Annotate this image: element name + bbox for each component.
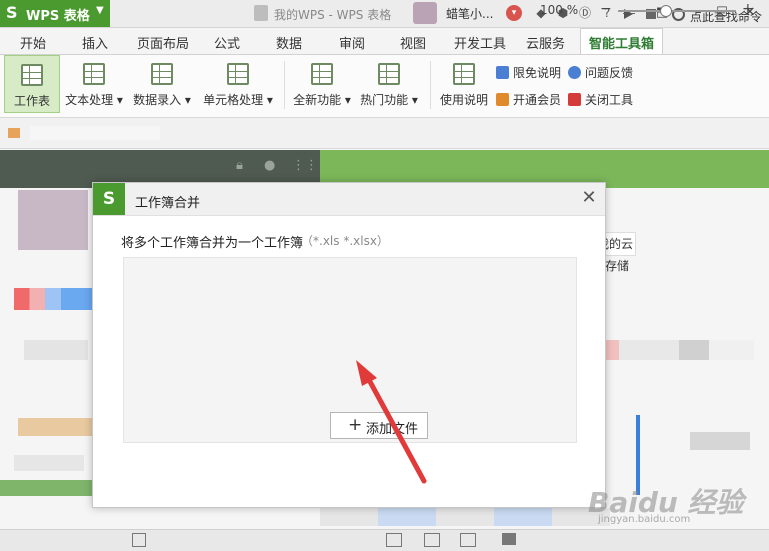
cloud-save-button[interactable]: 我的云存储 (597, 232, 636, 273)
tab-home[interactable]: 开始 (20, 33, 46, 52)
open-membership-label: 开通会员 (513, 93, 562, 107)
avatar[interactable] (413, 2, 437, 24)
open-membership-link[interactable]: 开通会员 (496, 91, 561, 108)
blurred-block (604, 340, 754, 360)
data-entry-label: 数据录入 ▾ (133, 93, 191, 107)
chat-icon: ● (264, 158, 276, 173)
free-limit-info-label: 限免说明 (513, 66, 562, 80)
blurred-block (8, 128, 20, 138)
document-tab[interactable]: 我的WPS - WPS 表格 (248, 3, 398, 25)
lock-icon: 🔒︎ (236, 158, 243, 173)
feedback-link[interactable]: 问题反馈 (568, 64, 633, 81)
blurred-block (18, 418, 92, 436)
tab-insert[interactable]: 插入 (82, 33, 108, 52)
new-features-label: 全新功能 ▾ (293, 93, 351, 107)
share-icon[interactable]: Ⓓ (576, 4, 594, 21)
wps-logo-icon: S (6, 3, 18, 22)
instructions-label: 使用说明 (439, 93, 488, 107)
status-bar (0, 529, 769, 551)
user-name[interactable]: 蜡笔小... (446, 5, 493, 22)
blurred-block (690, 432, 750, 450)
worksheet-button-label: 工作表 (13, 94, 50, 108)
close-box-icon (568, 93, 581, 106)
ribbon-divider (284, 61, 285, 109)
document-icon (254, 5, 268, 21)
text-processing-label: 文本处理 ▾ (65, 93, 123, 107)
wps-logo-icon: S (93, 183, 125, 215)
app-menu-button[interactable]: S WPS 表格 ▼ (0, 0, 110, 27)
workbook-merge-dialog: S 工作簿合并 ✕ 将多个工作簿合并为一个工作簿 （*.xls *.xlsx） … (92, 182, 606, 508)
new-features-button[interactable]: 全新功能 ▾ (290, 55, 354, 113)
zoom-out-icon[interactable]: − (600, 1, 612, 17)
normal-view-icon[interactable] (386, 533, 402, 547)
text-processing-button[interactable]: 文本处理 ▾ (62, 55, 126, 113)
baidu-watermark-url: jingyan.baidu.com (598, 514, 691, 525)
dialog-description: 将多个工作簿合并为一个工作簿 (121, 236, 304, 251)
blurred-block (14, 455, 84, 471)
cell-processing-label: 单元格处理 ▾ (203, 93, 273, 107)
worksheet-button[interactable]: 工作表 (4, 55, 60, 113)
free-limit-info-link[interactable]: 限免说明 (496, 64, 561, 81)
tab-page-layout[interactable]: 页面布局 (137, 33, 189, 52)
add-file-button[interactable]: + 添加文件 (330, 412, 428, 439)
blurred-block (14, 288, 92, 310)
tab-cloud[interactable]: 云服务 (526, 33, 565, 52)
ribbon-divider (430, 61, 431, 109)
tab-view[interactable]: 视图 (400, 33, 426, 52)
tag-icon (496, 66, 509, 79)
grid-icon: ⋮⋮ (292, 158, 318, 173)
blurred-block (24, 340, 88, 360)
new-feature-icon (311, 63, 333, 85)
page-break-view-icon[interactable] (424, 533, 440, 547)
zoom-level: 100 % (540, 3, 579, 17)
question-icon (568, 66, 581, 79)
add-file-label: 添加文件 (366, 422, 419, 437)
close-icon[interactable]: ✕ (579, 188, 599, 208)
crown-icon (496, 93, 509, 106)
text-check-icon (83, 63, 105, 85)
ribbon-tabs: 开始 插入 页面布局 公式 数据 审阅 视图 开发工具 云服务 智能工具箱 (0, 28, 769, 55)
tab-data[interactable]: 数据 (276, 33, 302, 52)
hot-features-label: 热门功能 ▾ (360, 93, 418, 107)
instructions-button[interactable]: 使用说明 (436, 55, 492, 113)
cell-check-icon (227, 63, 249, 85)
blurred-block (320, 508, 610, 526)
sheet-nav-icon[interactable] (132, 533, 146, 547)
blurred-block (30, 126, 160, 140)
zoom-slider-track[interactable] (618, 10, 736, 12)
data-entry-button[interactable]: 数据录入 ▾ (130, 55, 194, 113)
ribbon: 工作表 文本处理 ▾ 数据录入 ▾ 单元格处理 ▾ 全新功能 ▾ 热门功能 ▾ … (0, 55, 769, 118)
tab-formula[interactable]: 公式 (214, 33, 240, 52)
sheet-icon (21, 64, 43, 86)
tab-developer[interactable]: 开发工具 (454, 33, 506, 52)
close-tool-label: 关闭工具 (585, 93, 634, 107)
hot-features-button[interactable]: 热门功能 ▾ (356, 55, 422, 113)
fire-table-icon (378, 63, 400, 85)
tab-review[interactable]: 审阅 (339, 33, 365, 52)
user-badge-icon[interactable]: ▾ (506, 5, 522, 21)
calendar-icon (151, 63, 173, 85)
file-extensions: （*.xls *.xlsx） (301, 234, 389, 248)
close-tool-link[interactable]: 关闭工具 (568, 91, 633, 108)
tab-smart-toolbox[interactable]: 智能工具箱 (580, 28, 664, 54)
document-info-icon (453, 63, 475, 85)
dialog-title: 工作簿合并 (135, 196, 201, 211)
app-name: WPS 表格 (26, 9, 90, 24)
feedback-label: 问题反馈 (585, 66, 634, 80)
blurred-block (18, 190, 88, 250)
cell-processing-button[interactable]: 单元格处理 ▾ (198, 55, 278, 113)
chevron-down-icon: ▼ (96, 5, 104, 16)
zoom-in-icon[interactable]: + (742, 1, 754, 17)
plus-icon: + (348, 415, 363, 435)
reading-mode-icon[interactable] (502, 533, 516, 545)
blurred-block (0, 480, 92, 496)
page-view-icon[interactable] (460, 533, 476, 547)
document-tab-label: 我的WPS - WPS 表格 (274, 8, 392, 22)
file-drop-zone[interactable]: + 添加文件 (123, 257, 577, 443)
